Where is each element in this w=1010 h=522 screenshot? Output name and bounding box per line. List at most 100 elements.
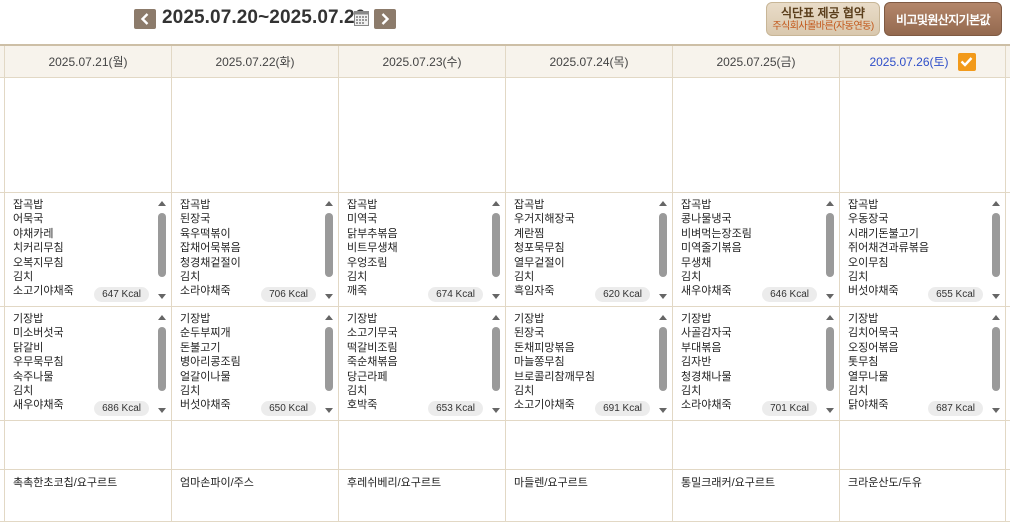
menu-item: 김치 <box>514 270 535 283</box>
menu-item: 잡곡밥 <box>180 199 211 211</box>
menu-item: 김치 <box>848 270 869 283</box>
scrollbar[interactable] <box>992 199 1001 299</box>
extra-row <box>0 421 1010 470</box>
extra-cell <box>171 421 338 469</box>
kcal-badge: 686 Kcal <box>94 401 149 416</box>
scroll-up-icon[interactable] <box>492 315 500 320</box>
scroll-thumb[interactable] <box>492 213 500 277</box>
scroll-up-icon[interactable] <box>659 201 667 206</box>
menu-item: 기장밥 <box>848 313 879 325</box>
scroll-thumb[interactable] <box>492 327 500 391</box>
scroll-thumb[interactable] <box>659 213 667 277</box>
menu-item: 우엉조림 <box>347 256 388 269</box>
scrollbar[interactable] <box>826 199 835 299</box>
menu-item: 김치 <box>848 384 869 397</box>
scroll-down-icon[interactable] <box>492 408 500 413</box>
scroll-down-icon[interactable] <box>158 294 166 299</box>
menu-item: 떡갈비조림 <box>347 341 398 354</box>
scroll-up-icon[interactable] <box>325 201 333 206</box>
calendar-icon[interactable] <box>354 11 369 26</box>
scroll-down-icon[interactable] <box>325 294 333 299</box>
scrollbar[interactable] <box>325 313 334 413</box>
scrollbar[interactable] <box>992 313 1001 413</box>
breakfast-cell <box>505 78 672 192</box>
scroll-up-icon[interactable] <box>659 315 667 320</box>
scroll-down-icon[interactable] <box>659 408 667 413</box>
extra-cell <box>4 421 171 469</box>
scroll-up-icon[interactable] <box>826 201 834 206</box>
scroll-up-icon[interactable] <box>826 315 834 320</box>
scrollbar[interactable] <box>325 199 334 299</box>
next-week-button[interactable] <box>374 9 396 29</box>
breakfast-cell <box>171 78 338 192</box>
scroll-thumb[interactable] <box>992 213 1000 277</box>
scroll-down-icon[interactable] <box>826 294 834 299</box>
lunch-cell: 잡곡밥 미역국 닭부추볶음 비트무생채 우엉조림 김치 깨죽 674 Kcal <box>338 193 505 306</box>
menu-item: 기장밥 <box>681 313 712 325</box>
dinner-cell: 기장밥 소고기무국 떡갈비조림 죽순채볶음 당근라페 김치 호박죽 653 Kcal <box>338 307 505 420</box>
scrollbar[interactable] <box>158 313 167 413</box>
menu-item: 오징어볶음 <box>848 341 899 354</box>
menu-item: 기장밥 <box>514 313 545 325</box>
menu-item: 기장밥 <box>180 313 211 325</box>
scroll-up-icon[interactable] <box>158 201 166 206</box>
menu-item: 잡곡밥 <box>681 199 712 211</box>
menu-item: 치커리무침 <box>13 242 64 255</box>
scroll-up-icon[interactable] <box>158 315 166 320</box>
breakfast-cell <box>839 78 1006 192</box>
scroll-down-icon[interactable] <box>826 408 834 413</box>
scroll-thumb[interactable] <box>325 327 333 391</box>
scroll-thumb[interactable] <box>826 327 834 391</box>
scroll-thumb[interactable] <box>158 213 166 277</box>
scrollbar[interactable] <box>659 199 668 299</box>
scroll-thumb[interactable] <box>659 327 667 391</box>
prev-week-button[interactable] <box>134 9 156 29</box>
menu-item: 닭야채죽 <box>848 399 889 412</box>
lunch-menu-list: 잡곡밥 미역국 닭부추볶음 비트무생채 우엉조림 김치 깨죽 <box>347 198 398 299</box>
lunch-menu-list: 잡곡밥 우동장국 시래기돈불고기 쥐어채견과류볶음 오이무침 김치 버섯야채죽 <box>848 198 929 299</box>
day-select-checkbox[interactable] <box>957 52 976 71</box>
menu-item: 숙주나물 <box>13 370 54 383</box>
scroll-thumb[interactable] <box>826 213 834 277</box>
menu-agreement-title: 식단표 제공 협약 <box>781 6 865 20</box>
scroll-down-icon[interactable] <box>992 294 1000 299</box>
scroll-up-icon[interactable] <box>992 315 1000 320</box>
menu-item: 잡채어묵볶음 <box>180 242 241 255</box>
kcal-badge: 653 Kcal <box>428 401 483 416</box>
scrollbar[interactable] <box>659 313 668 413</box>
scroll-down-icon[interactable] <box>992 408 1000 413</box>
scrollbar[interactable] <box>826 313 835 413</box>
scroll-down-icon[interactable] <box>325 408 333 413</box>
kcal-badge: 646 Kcal <box>762 287 817 302</box>
scroll-down-icon[interactable] <box>492 294 500 299</box>
kcal-badge: 655 Kcal <box>928 287 983 302</box>
lunch-row: 잡곡밥 어묵국 야채카레 치커리무침 오복지무침 김치 소고기야채죽 647 Kcal 잡곡밥 된… <box>0 193 1010 307</box>
scroll-thumb[interactable] <box>325 213 333 277</box>
scrollbar[interactable] <box>492 313 501 413</box>
scrollbar[interactable] <box>492 199 501 299</box>
lunch-menu-list: 잡곡밥 우거지해장국 계란찜 청포묵무침 열무겉절이 김치 흑임자죽 <box>514 198 575 299</box>
menu-item: 김자반 <box>681 356 712 369</box>
breakfast-cell <box>338 78 505 192</box>
scroll-up-icon[interactable] <box>325 315 333 320</box>
scroll-down-icon[interactable] <box>158 408 166 413</box>
menu-item: 된장국 <box>514 327 545 340</box>
date-header-cell: 2025.07.25(금) <box>672 46 839 77</box>
remarks-origin-default-button[interactable]: 비고및원산지기본값 <box>884 2 1002 36</box>
scroll-thumb[interactable] <box>158 327 166 391</box>
menu-item: 미역국 <box>347 213 378 226</box>
menu-item: 톳무침 <box>848 356 879 369</box>
date-header-cell: 2025.07.22(화) <box>171 46 338 77</box>
snack-text: 후레쉬베리/요구르트 <box>347 477 442 489</box>
menu-item: 깨죽 <box>347 285 368 298</box>
menu-agreement-button[interactable]: 식단표 제공 협약 주식회사몰바른(자동연동) <box>766 2 880 36</box>
scroll-up-icon[interactable] <box>492 201 500 206</box>
snack-cell: 크라운산도/두유 <box>839 470 1006 521</box>
menu-item: 버섯야채죽 <box>848 285 899 298</box>
scroll-thumb[interactable] <box>992 327 1000 391</box>
scrollbar[interactable] <box>158 199 167 299</box>
menu-item: 소고기야채죽 <box>514 399 575 412</box>
scroll-up-icon[interactable] <box>992 201 1000 206</box>
snack-cell: 통밀크래커/요구르트 <box>672 470 839 521</box>
scroll-down-icon[interactable] <box>659 294 667 299</box>
